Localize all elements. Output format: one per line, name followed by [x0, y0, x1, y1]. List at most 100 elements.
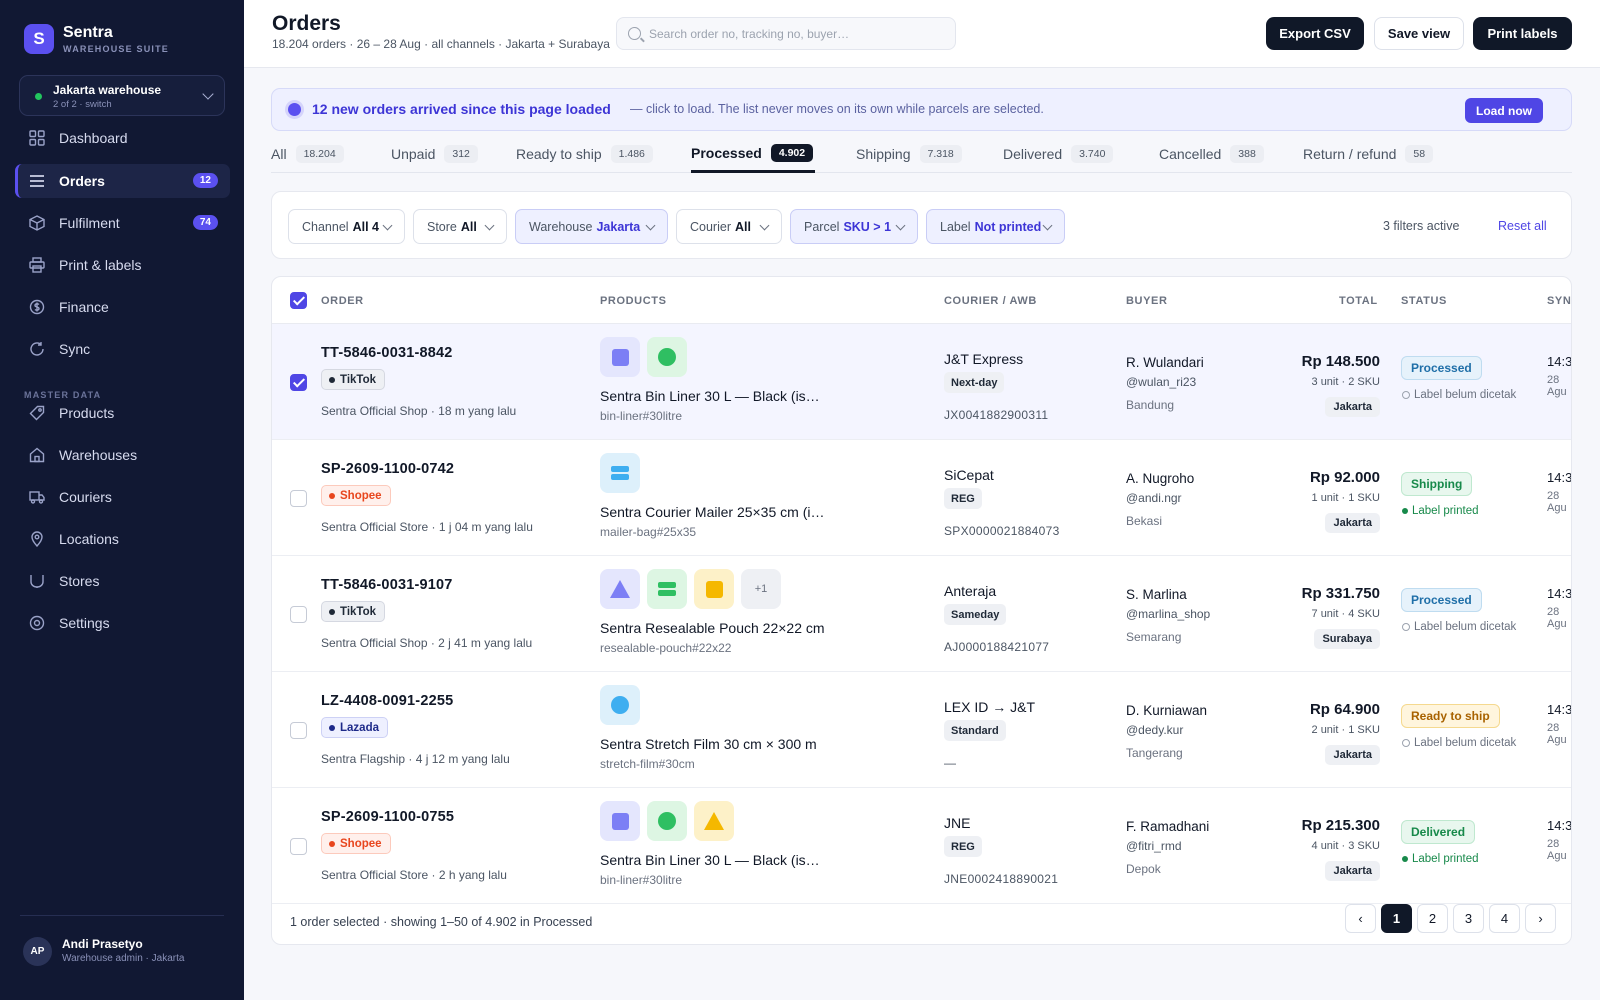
- sidebar-item-settings[interactable]: Settings: [15, 606, 230, 640]
- filter-store[interactable]: Store All: [413, 209, 507, 244]
- order-number[interactable]: SP-2609-1100-0755: [321, 809, 454, 825]
- sidebar-item-print-labels[interactable]: Print & labels: [15, 248, 230, 282]
- sidebar-item-warehouses[interactable]: Warehouses: [15, 438, 230, 472]
- sidebar-item-stores[interactable]: Stores: [15, 564, 230, 598]
- column-header-order[interactable]: ORDER: [321, 295, 364, 307]
- table-row[interactable]: LZ-4408-0091-2255 Lazada Sentra Flagship…: [272, 672, 1571, 788]
- sidebar-divider: [20, 915, 224, 916]
- sidebar-item-orders[interactable]: Orders 12: [15, 164, 230, 198]
- sidebar-item-label: Products: [59, 405, 115, 421]
- column-header-buyer[interactable]: BUYER: [1126, 295, 1168, 307]
- pagination-page-4[interactable]: 4: [1489, 904, 1520, 933]
- table-row[interactable]: SP-2609-1100-0742 Shopee Sentra Official…: [272, 440, 1571, 556]
- product-thumbnails: [600, 801, 741, 841]
- order-number[interactable]: SP-2609-1100-0742: [321, 461, 454, 477]
- pagination-page-2[interactable]: 2: [1417, 904, 1448, 933]
- column-header-products[interactable]: PRODUCTS: [600, 295, 667, 307]
- filter-key: Parcel: [804, 219, 840, 234]
- order-number[interactable]: LZ-4408-0091-2255: [321, 693, 453, 709]
- product-thumbnail[interactable]: [600, 337, 640, 377]
- tab-ready-to-ship[interactable]: Ready to ship 1.486: [516, 135, 653, 173]
- product-thumbnail[interactable]: [694, 801, 734, 841]
- row-checkbox[interactable]: [290, 838, 307, 855]
- tab-return-refund[interactable]: Return / refund 58: [1303, 135, 1434, 173]
- tag-icon: [29, 405, 45, 421]
- sidebar-item-couriers[interactable]: Couriers: [15, 480, 230, 514]
- triangle-icon: [704, 812, 724, 830]
- sidebar-item-sync[interactable]: Sync: [15, 332, 230, 366]
- sync-time: 14:32: [1547, 354, 1572, 369]
- sidebar-item-locations[interactable]: Locations: [15, 522, 230, 556]
- circle-icon: [658, 348, 676, 366]
- tab-all[interactable]: All 18.204: [271, 135, 344, 173]
- product-thumbnail[interactable]: [600, 801, 640, 841]
- product-thumbnail[interactable]: [647, 569, 687, 609]
- filter-key: Channel: [302, 219, 349, 234]
- status-badge: Processed: [1401, 356, 1482, 380]
- tab-cancelled[interactable]: Cancelled 388: [1159, 135, 1264, 173]
- print-labels-button[interactable]: Print labels: [1473, 17, 1572, 50]
- tab-processed[interactable]: Processed 4.902: [691, 135, 816, 173]
- user-role: Warehouse admin · Jakarta: [62, 953, 185, 964]
- product-thumbnail[interactable]: [694, 569, 734, 609]
- sidebar-item-fulfilment[interactable]: Fulfilment 74: [15, 206, 230, 240]
- row-checkbox[interactable]: [290, 374, 307, 391]
- row-checkbox[interactable]: [290, 722, 307, 739]
- filters-active-count: 3 filters active: [1383, 219, 1460, 233]
- tab-shipping[interactable]: Shipping 7.318: [856, 135, 962, 173]
- product-thumbnail[interactable]: [600, 569, 640, 609]
- sidebar-item-finance[interactable]: Finance: [15, 290, 230, 324]
- table-row[interactable]: TT-5846-0031-9107 TikTok Sentra Official…: [272, 556, 1571, 672]
- filter-parcel[interactable]: Parcel SKU > 1: [790, 209, 918, 244]
- table-row[interactable]: SP-2609-1100-0755 Shopee Sentra Official…: [272, 788, 1572, 904]
- pagination-page-1[interactable]: 1: [1381, 904, 1412, 933]
- column-header-total[interactable]: TOTAL: [1339, 295, 1378, 307]
- avatar[interactable]: AP: [23, 937, 52, 966]
- product-thumbnail[interactable]: [600, 685, 640, 725]
- column-header-synced[interactable]: SYNCED: [1547, 295, 1571, 307]
- select-all-checkbox[interactable]: [290, 292, 307, 309]
- label-status: Label belum dicetak: [1402, 621, 1516, 633]
- sidebar-item-products[interactable]: Products: [15, 396, 230, 430]
- table-row[interactable]: TT-5846-0031-8842 TikTok Sentra Official…: [272, 324, 1572, 440]
- warehouse-name: Jakarta warehouse: [53, 83, 162, 97]
- row-checkbox[interactable]: [290, 490, 307, 507]
- courier-name: JNE: [944, 815, 971, 831]
- order-number[interactable]: TT-5846-0031-9107: [321, 577, 453, 593]
- pagination-next-button[interactable]: ›: [1525, 904, 1556, 933]
- product-sku: resealable-pouch#22x22: [600, 641, 732, 655]
- load-now-button[interactable]: Load now: [1465, 98, 1543, 123]
- tab-delivered[interactable]: Delivered 3.740: [1003, 135, 1114, 173]
- order-number[interactable]: TT-5846-0031-8842: [321, 345, 453, 361]
- filter-key: Store: [427, 219, 457, 234]
- sidebar: S Sentra WAREHOUSE SUITE Jakarta warehou…: [0, 0, 244, 1000]
- search-input[interactable]: [649, 24, 944, 44]
- warehouse-switcher[interactable]: Jakarta warehouse 2 of 2 · switch: [19, 75, 225, 116]
- row-checkbox[interactable]: [290, 606, 307, 623]
- reset-all-link[interactable]: Reset all: [1498, 219, 1547, 233]
- export-csv-button[interactable]: Export CSV: [1266, 17, 1364, 50]
- sidebar-item-dashboard[interactable]: Dashboard: [15, 121, 230, 155]
- product-thumbnail[interactable]: [647, 801, 687, 841]
- more-products-thumbnail[interactable]: +1: [741, 569, 781, 609]
- currency-icon: [29, 299, 45, 315]
- new-orders-message: 12 new orders arrived since this page lo…: [312, 101, 611, 117]
- product-thumbnail[interactable]: [600, 453, 640, 493]
- product-thumbnail[interactable]: [647, 337, 687, 377]
- new-orders-banner[interactable]: 12 new orders arrived since this page lo…: [271, 88, 1572, 131]
- tab-count: 7.318: [919, 145, 962, 163]
- filter-value: All 4: [352, 219, 379, 234]
- filter-courier[interactable]: Courier All: [676, 209, 782, 244]
- pagination-page-3[interactable]: 3: [1453, 904, 1484, 933]
- column-header-status[interactable]: STATUS: [1401, 295, 1447, 307]
- save-view-button[interactable]: Save view: [1374, 17, 1464, 50]
- tab-unpaid[interactable]: Unpaid 312: [391, 135, 478, 173]
- filter-label[interactable]: Label Not printed: [926, 209, 1065, 244]
- filter-channel[interactable]: Channel All 4: [288, 209, 405, 244]
- tab-label: Cancelled: [1159, 146, 1222, 162]
- pagination-prev-button[interactable]: ‹: [1345, 904, 1376, 933]
- filter-warehouse[interactable]: Warehouse Jakarta: [515, 209, 668, 244]
- column-header-courier[interactable]: COURIER / AWB: [944, 295, 1037, 307]
- sync-time: 14:32: [1547, 818, 1572, 833]
- awb-number: —: [944, 756, 957, 770]
